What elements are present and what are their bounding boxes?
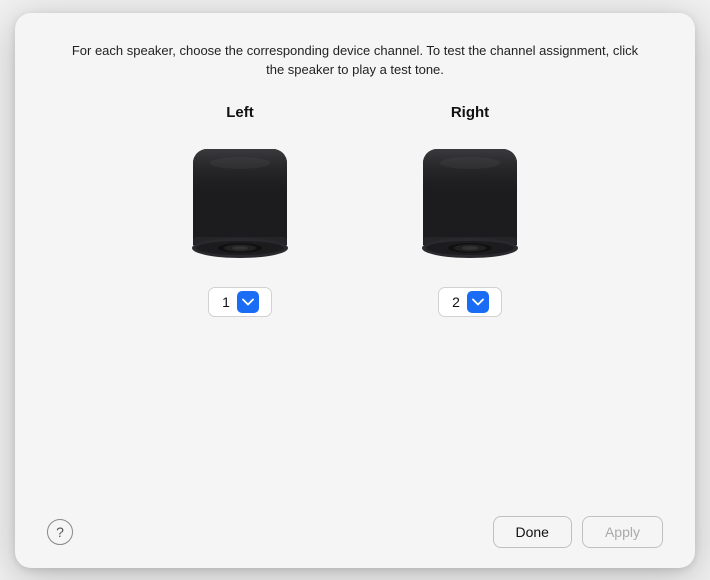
instruction-text: For each speaker, choose the correspondi… [47,41,663,80]
left-channel-select[interactable]: 1 [208,287,272,317]
help-button[interactable]: ? [47,519,73,545]
speakers-row: Left [47,104,663,504]
right-speaker-label: Right [451,104,489,121]
left-speaker-icon[interactable] [185,141,295,271]
left-speaker-column: Left [185,104,295,317]
apply-button: Apply [582,516,663,548]
footer: ? Done Apply [47,504,663,548]
right-channel-dropdown-btn[interactable] [467,291,489,313]
done-button[interactable]: Done [493,516,572,548]
right-speaker-icon[interactable] [415,141,525,271]
footer-actions: Done Apply [493,516,664,548]
left-speaker-label: Left [226,104,254,121]
right-channel-select[interactable]: 2 [438,287,502,317]
right-speaker-column: Right [415,104,525,317]
right-channel-value: 2 [449,294,463,310]
left-channel-dropdown-btn[interactable] [237,291,259,313]
speaker-channel-dialog: For each speaker, choose the correspondi… [15,13,695,568]
left-channel-value: 1 [219,294,233,310]
